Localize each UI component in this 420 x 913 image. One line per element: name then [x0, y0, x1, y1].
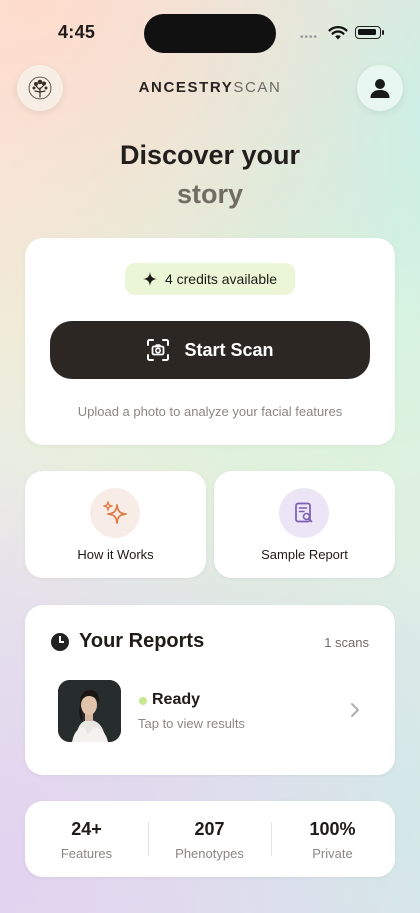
start-scan-button[interactable]: Start Scan [50, 321, 370, 379]
brand-light: SCAN [233, 79, 282, 96]
stat-label: Private [312, 846, 353, 861]
report-subtitle: Tap to view results [138, 716, 245, 731]
sample-report-tile[interactable]: Sample Report [214, 471, 395, 578]
sparkle-icon [142, 272, 157, 286]
camera-scan-icon [147, 339, 170, 361]
stats-card: 24+ Features 207 Phenotypes 100% Private [25, 801, 395, 877]
hero-subtitle: story [176, 179, 244, 209]
credits-badge: 4 credits available [125, 263, 295, 295]
sparkle-icon [103, 501, 127, 524]
scans-count: 1 scans [324, 635, 369, 650]
battery-icon [355, 26, 384, 39]
stat-value: 207 [194, 819, 225, 839]
status-time: 4:45 [58, 22, 96, 42]
how-icon-circle [90, 488, 140, 538]
credits-label: 4 credits available [164, 271, 278, 287]
stat-label: Phenotypes [175, 846, 244, 861]
document-search-icon [295, 502, 313, 523]
report-status[interactable]: Ready [152, 691, 200, 709]
wifi-icon [328, 26, 348, 40]
hero-title: Discover your [119, 140, 301, 170]
profile-button[interactable] [357, 65, 403, 111]
ready-status-dot [139, 697, 147, 705]
stat-value: 100% [309, 819, 356, 839]
dynamic-island [144, 14, 276, 53]
how-it-works-label: How it Works [77, 547, 154, 562]
user-icon [370, 79, 390, 98]
stat-label: Features [60, 846, 113, 861]
portrait-image [58, 680, 121, 742]
stat-value: 24+ [71, 819, 102, 839]
start-scan-label: Start Scan [184, 339, 274, 360]
clock-icon [51, 633, 69, 651]
chevron-right-icon[interactable] [349, 702, 361, 718]
cellular-signal-icon: •••• [300, 32, 319, 43]
reports-title: Your Reports [79, 630, 205, 652]
sample-report-label: Sample Report [261, 547, 348, 562]
report-thumbnail[interactable] [58, 680, 121, 742]
sample-icon-circle [279, 488, 329, 538]
how-it-works-tile[interactable]: How it Works [25, 471, 206, 578]
brand-bold: ANCESTRY [138, 79, 234, 96]
upload-hint: Upload a photo to analyze your facial fe… [77, 404, 343, 419]
